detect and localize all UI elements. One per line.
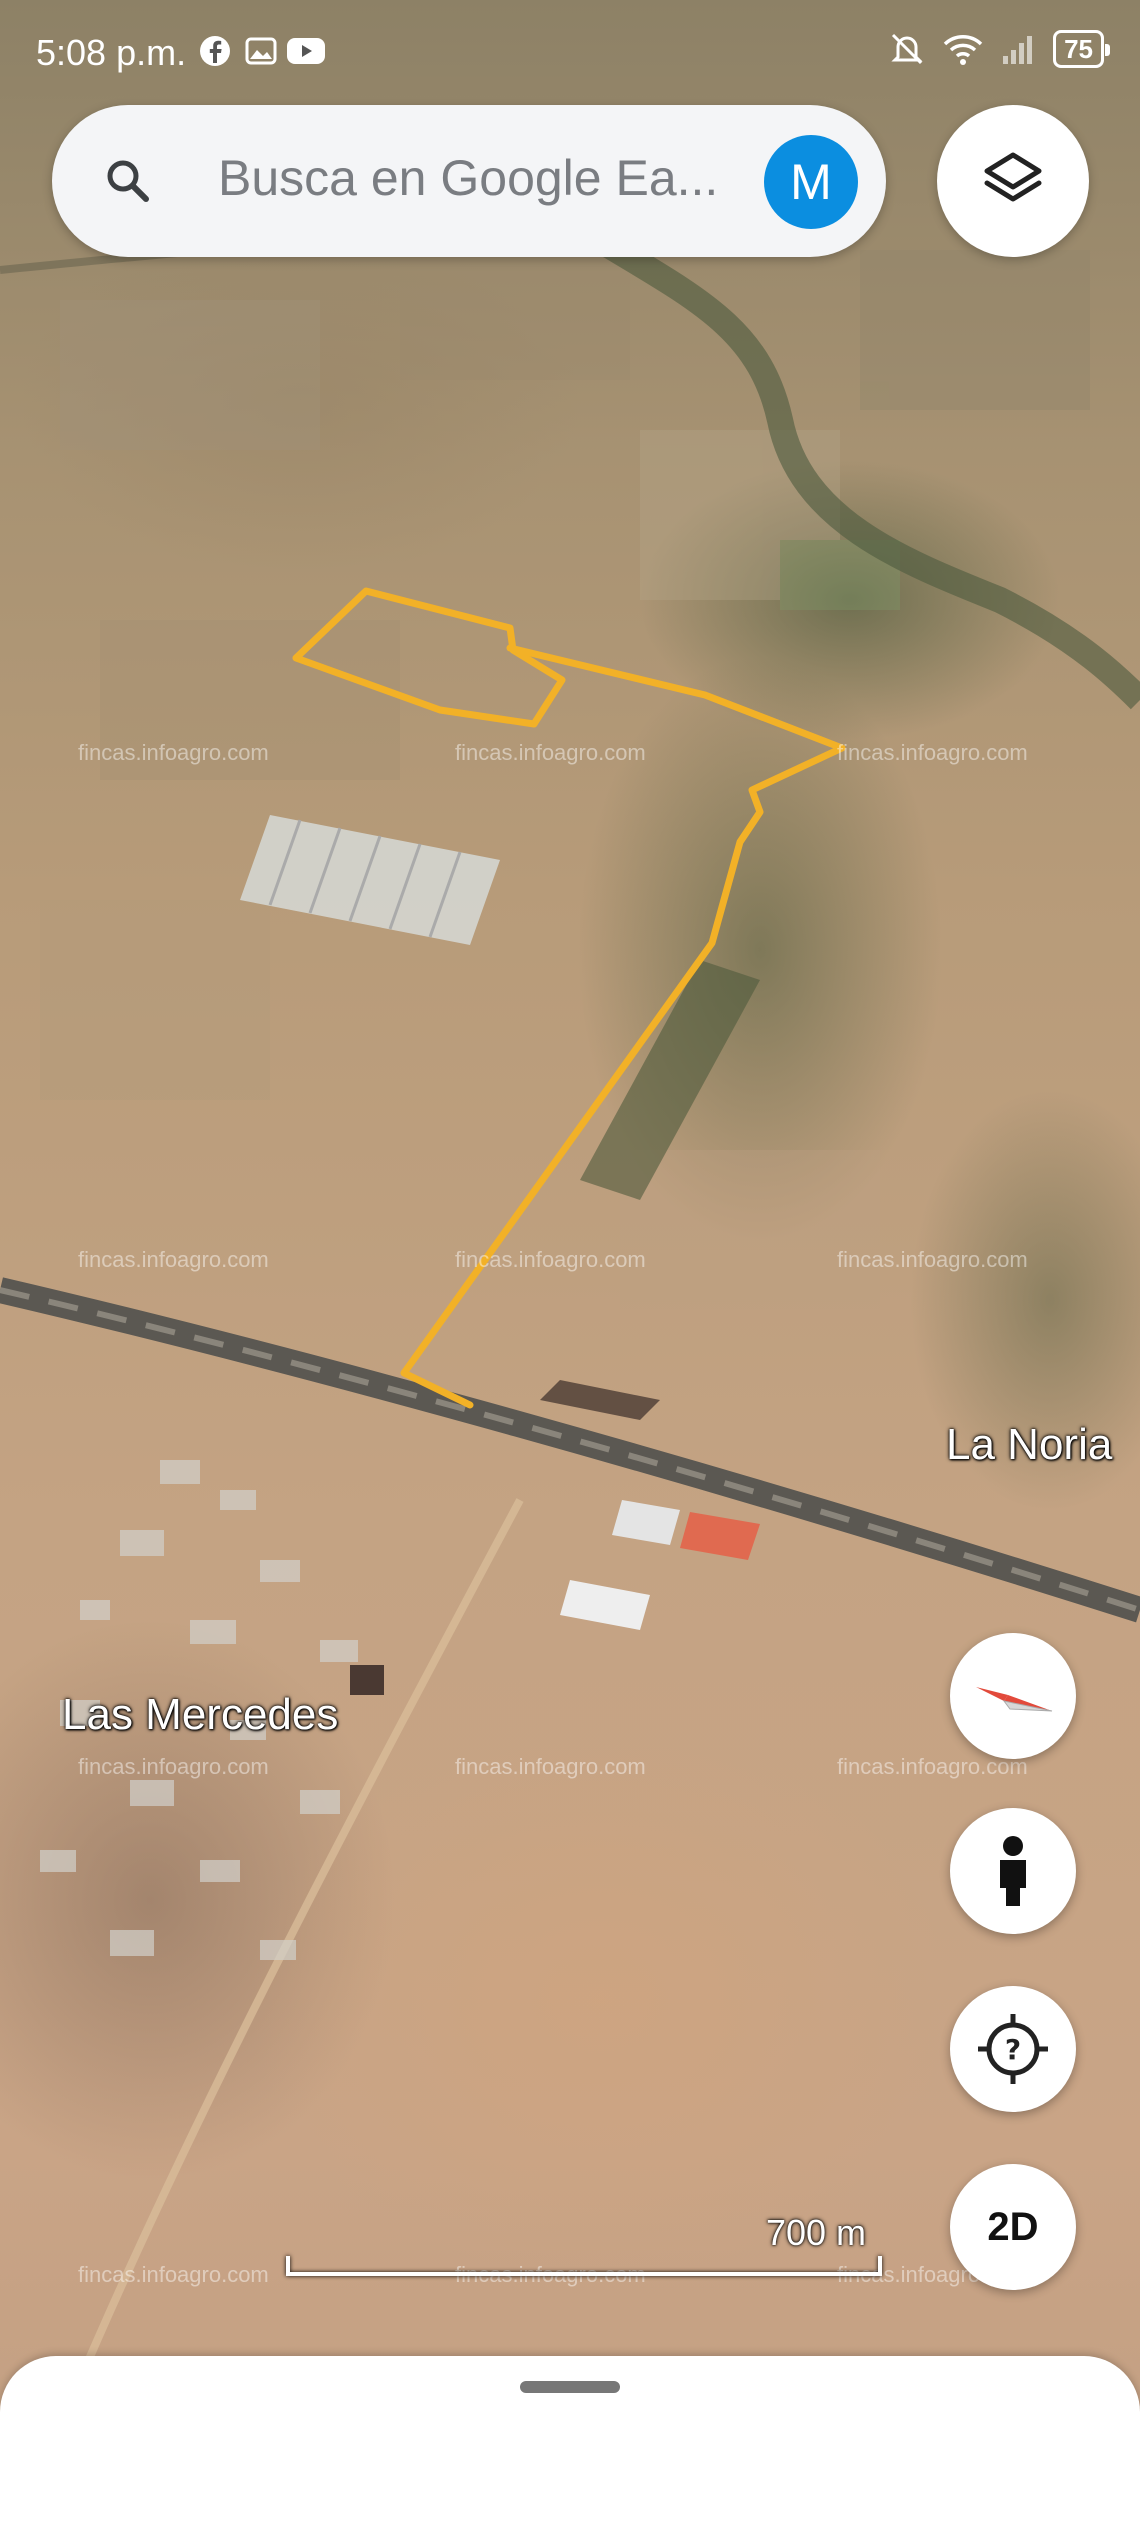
youtube-icon — [287, 38, 325, 64]
gallery-icon — [245, 37, 277, 65]
layers-button[interactable] — [937, 105, 1089, 257]
watermark: fincas.infoagro.com — [455, 740, 646, 765]
map-scale: 700 m — [286, 2212, 886, 2282]
industrial-buildings — [540, 1380, 760, 1630]
layers-icon — [984, 152, 1042, 202]
scale-label: 700 m — [765, 2212, 866, 2253]
satellite-map[interactable]: fincas.infoagro.com fincas.infoagro.com … — [0, 0, 1140, 2533]
wifi-icon — [943, 35, 983, 65]
watermark: fincas.infoagro.com — [455, 1754, 646, 1779]
bottom-sheet[interactable] — [0, 2356, 1140, 2533]
watermark: fincas.infoagro.com — [78, 740, 269, 765]
street-view-icon — [1000, 1836, 1026, 1906]
my-location-button[interactable]: ? — [950, 1986, 1076, 2112]
watermark: fincas.infoagro.com — [78, 1247, 269, 1272]
my-location-icon: ? — [978, 2014, 1048, 2084]
dark-structure — [350, 1665, 384, 1695]
bell-muted-icon — [891, 33, 923, 65]
watermark: fincas.infoagro.com — [837, 1247, 1028, 1272]
status-time: 5:08 p.m. — [36, 32, 187, 73]
watermark: fincas.infoagro.com — [78, 1754, 269, 1779]
sheet-drag-handle[interactable] — [520, 2381, 620, 2393]
greenhouse-block — [240, 815, 500, 945]
compass-icon — [976, 1687, 1053, 1712]
compass-button[interactable] — [950, 1633, 1076, 1759]
svg-text:?: ? — [1005, 2033, 1021, 2066]
status-right: 75 — [889, 30, 1110, 68]
search-input[interactable]: Busca en Google Ea... — [218, 149, 778, 207]
signal-icon — [1003, 36, 1033, 64]
scale-bar — [286, 2256, 882, 2276]
view-mode-2d-button[interactable]: 2D — [950, 2164, 1076, 2290]
place-label-las-mercedes[interactable]: Las Mercedes — [62, 1690, 338, 1740]
facebook-icon — [200, 36, 230, 66]
search-bar[interactable]: Busca en Google Ea... M — [52, 105, 886, 257]
watermark: fincas.infoagro.com — [78, 2262, 269, 2287]
place-label-la-noria[interactable]: La Noria — [946, 1420, 1112, 1470]
search-icon[interactable] — [104, 157, 152, 205]
watermark: fincas.infoagro.com — [837, 740, 1028, 765]
status-bar: 5:08 p.m. 75 — [0, 0, 1140, 105]
battery-indicator: 75 — [1053, 30, 1110, 68]
account-avatar[interactable]: M — [764, 135, 858, 229]
watermark: fincas.infoagro.com — [455, 1247, 646, 1272]
street-view-button[interactable] — [950, 1808, 1076, 1934]
